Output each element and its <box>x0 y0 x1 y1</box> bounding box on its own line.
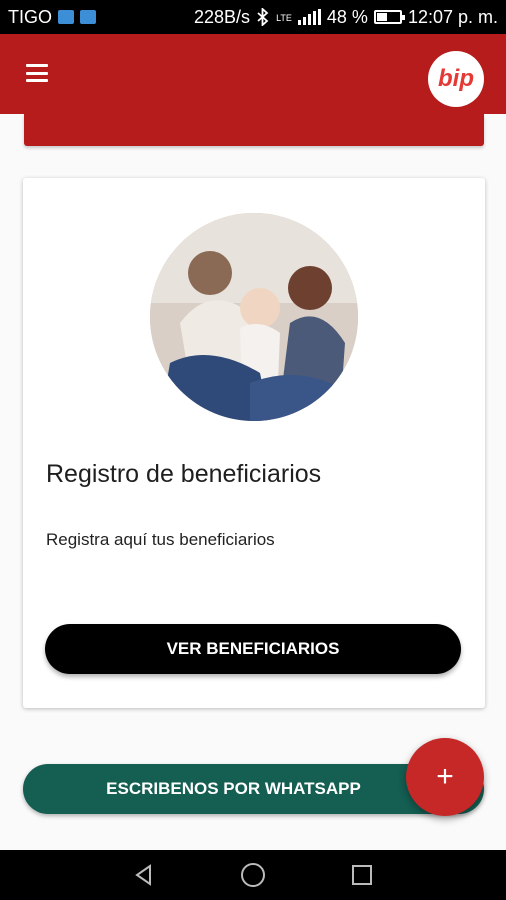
family-photo-image <box>150 213 358 421</box>
bluetooth-icon <box>257 8 269 26</box>
hamburger-menu-icon[interactable] <box>26 64 48 82</box>
header-banner <box>24 114 484 146</box>
card-title: Registro de beneficiarios <box>46 460 322 488</box>
system-nav-bar <box>0 850 506 900</box>
app-bar: bip <box>0 34 506 114</box>
app-logo: bip <box>428 51 484 107</box>
network-type: LTE <box>276 12 292 23</box>
notification-icon <box>58 10 74 24</box>
recents-icon[interactable] <box>342 855 382 895</box>
add-fab-button[interactable]: + <box>406 738 484 816</box>
clock: 12:07 p. m. <box>407 6 498 27</box>
family-photo <box>150 213 358 421</box>
home-icon[interactable] <box>233 855 273 895</box>
battery-icon <box>373 10 405 24</box>
network-speed: 228B/s <box>194 6 251 27</box>
status-bar: TIGO 228B/s LTE 48 % 12:07 p. m. <box>0 0 506 34</box>
view-beneficiaries-button[interactable]: VER BENEFICIARIOS <box>45 624 461 674</box>
battery-percent: 48 % <box>326 6 368 27</box>
image-icon <box>80 10 96 24</box>
logo-text: bip <box>438 65 474 92</box>
beneficiaries-card: Registro de beneficiarios Registra aquí … <box>23 178 485 708</box>
signal-icon <box>297 9 321 25</box>
card-subtitle: Registra aquí tus beneficiarios <box>46 530 275 549</box>
carrier-label: TIGO <box>8 6 52 27</box>
back-icon[interactable] <box>124 855 164 895</box>
